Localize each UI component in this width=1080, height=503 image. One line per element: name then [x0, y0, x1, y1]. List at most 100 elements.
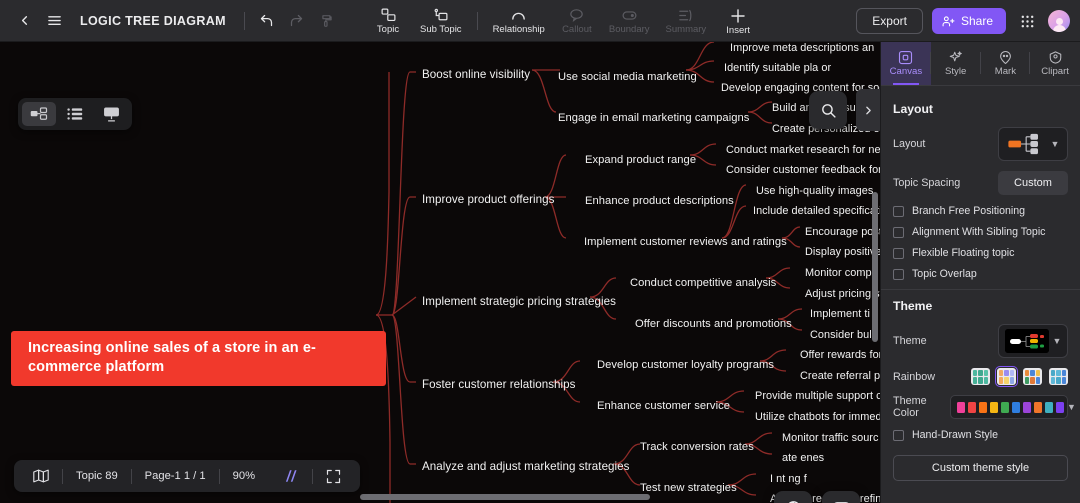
theme-color-swatch-0[interactable]	[957, 401, 965, 413]
topic-node[interactable]: Use social media marketing	[558, 70, 697, 84]
topic-node[interactable]: Improve meta descriptions an	[730, 42, 874, 55]
theme-color-swatch-6[interactable]	[1023, 401, 1031, 413]
mindmap-view-button[interactable]	[22, 102, 56, 126]
page-indicator[interactable]: Page-1 1 / 1	[132, 464, 219, 488]
zoom-level[interactable]: 90%	[220, 464, 268, 488]
rainbow-swatch	[983, 377, 989, 384]
diagram-canvas[interactable]: Increasing online sales of a store in an…	[0, 42, 880, 503]
tool-callout[interactable]: Callout	[554, 1, 600, 41]
topic-node[interactable]: Consider bull	[810, 328, 874, 342]
theme-color-swatch-4[interactable]	[1001, 401, 1009, 413]
topic-node[interactable]: Implement strategic pricing strategies	[422, 295, 616, 309]
map-overview-button[interactable]	[20, 464, 62, 488]
tool-boundary[interactable]: Boundary	[602, 1, 657, 41]
layout-checkbox-1[interactable]: Alignment With Sibling Topic	[893, 226, 1068, 238]
theme-color-swatch-1[interactable]	[968, 401, 976, 413]
topic-node[interactable]: Analyze and adjust marketing strategies	[422, 460, 630, 474]
hamburger-menu-button[interactable]	[40, 7, 68, 35]
apps-grid-button[interactable]	[1015, 9, 1039, 33]
vertical-scroll-thumb[interactable]	[872, 192, 878, 342]
topic-node[interactable]: Conduct competitive analysis	[630, 276, 776, 290]
tool-relationship[interactable]: Relationship	[486, 1, 552, 41]
topic-node[interactable]: Develop customer loyalty programs	[597, 358, 774, 372]
topic-node[interactable]: Boost online visibility	[422, 68, 530, 82]
tool-summary[interactable]: Summary	[659, 1, 714, 41]
topic-node[interactable]: Track conversion rates	[640, 440, 754, 454]
topic-node[interactable]: Use high-quality images	[756, 184, 873, 198]
topic-node[interactable]: Monitor traffic sourc	[782, 431, 878, 445]
back-button[interactable]	[10, 7, 38, 35]
topic-node[interactable]: Encourage post	[805, 225, 880, 239]
tool-insert[interactable]: Insert	[715, 1, 761, 41]
root-topic-node[interactable]: Increasing online sales of a store in an…	[11, 331, 386, 386]
layout-checkbox-0[interactable]: Branch Free Positioning	[893, 205, 1068, 217]
topic-node[interactable]: Identify suitable pla or	[724, 61, 831, 75]
topic-node[interactable]: Enhance product descriptions	[585, 194, 734, 208]
hand-drawn-style-checkbox[interactable]: Hand-Drawn Style	[893, 429, 1068, 441]
topic-node[interactable]: Offer rewards for	[800, 348, 880, 362]
undo-button[interactable]	[253, 7, 281, 35]
topic-node[interactable]: Consider customer feedback for p	[726, 163, 880, 177]
tool-topic[interactable]: Topic	[365, 1, 411, 41]
share-button[interactable]: Share	[931, 8, 1006, 34]
layout-checkbox-2[interactable]: Flexible Floating topic	[893, 247, 1068, 259]
presentation-view-button[interactable]	[94, 102, 128, 126]
theme-color-swatch-2[interactable]	[979, 401, 987, 413]
theme-color-swatch-9[interactable]	[1056, 401, 1064, 413]
mouse-mode-button[interactable]	[774, 491, 812, 503]
topic-node[interactable]: ate enes	[782, 451, 824, 465]
topic-node[interactable]: Expand product range	[585, 153, 696, 167]
export-button[interactable]: Export	[856, 8, 923, 34]
vertical-scrollbar[interactable]	[872, 92, 878, 492]
collapse-panel-button[interactable]	[856, 89, 880, 131]
layout-checkbox-3[interactable]: Topic Overlap	[893, 268, 1068, 280]
topic-node[interactable]: Provide multiple support ch	[755, 389, 880, 403]
user-avatar[interactable]	[1048, 10, 1070, 32]
custom-theme-style-button[interactable]: Custom theme style	[893, 455, 1068, 481]
topic-node[interactable]: Foster customer relationships	[422, 378, 576, 392]
topic-node[interactable]: Conduct market research for new	[726, 143, 880, 157]
topic-count[interactable]: Topic 89	[63, 464, 131, 488]
outline-view-button[interactable]	[58, 102, 92, 126]
horizontal-scrollbar[interactable]	[24, 494, 864, 500]
redo-button[interactable]	[283, 7, 311, 35]
tab-canvas[interactable]: Canvas	[881, 42, 931, 85]
topic-node[interactable]: Implement customer reviews and ratings	[584, 235, 787, 249]
topic-node[interactable]: Utilize chatbots for immedia	[755, 410, 880, 424]
document-title[interactable]: LOGIC TREE DIAGRAM	[80, 14, 226, 28]
tab-clipart[interactable]: Clipart	[1030, 42, 1080, 85]
rainbow-option-1[interactable]	[994, 365, 1019, 388]
format-painter-button[interactable]	[313, 7, 341, 35]
topic-node[interactable]: Improve product offerings	[422, 193, 555, 207]
ai-assistant-button[interactable]	[268, 464, 312, 488]
search-button[interactable]	[809, 91, 847, 129]
topic-node[interactable]: Create referral pro	[800, 369, 880, 383]
rainbow-option-0[interactable]	[971, 368, 990, 385]
theme-color-swatch-3[interactable]	[990, 401, 998, 413]
topic-node[interactable]: Enhance customer service	[597, 399, 730, 413]
topic-node[interactable]: Monitor compe	[805, 266, 878, 280]
topic-node[interactable]: Test new strategies	[640, 481, 737, 495]
fn-key-button[interactable]: fn	[822, 491, 860, 503]
tab-style[interactable]: Style	[931, 42, 981, 85]
topic-node[interactable]: Engage in email marketing campaigns	[558, 111, 749, 125]
layout-selector[interactable]: ▼	[998, 127, 1068, 161]
rainbow-option-3[interactable]	[1049, 368, 1068, 385]
rainbow-option-2[interactable]	[1023, 368, 1042, 385]
topic-node[interactable]: Display positive	[805, 245, 880, 259]
theme-color-swatch-8[interactable]	[1045, 401, 1053, 413]
horizontal-scroll-thumb[interactable]	[360, 494, 650, 500]
theme-selector[interactable]: ▼	[998, 324, 1068, 358]
fullscreen-button[interactable]	[313, 464, 354, 488]
tool-sub-topic[interactable]: Sub Topic	[413, 1, 469, 41]
topic-node[interactable]: I nt ng f	[770, 472, 807, 486]
topic-node[interactable]: Include detailed specificati	[753, 204, 880, 218]
tab-mark[interactable]: Mark	[981, 42, 1031, 85]
theme-color-selector[interactable]: ▼	[950, 395, 1076, 419]
topic-spacing-custom-button[interactable]: Custom	[998, 171, 1068, 195]
topic-node[interactable]: Adjust pricing st	[805, 287, 880, 301]
theme-color-swatch-7[interactable]	[1034, 401, 1042, 413]
topic-node[interactable]: Offer discounts and promotions	[635, 317, 792, 331]
topic-node[interactable]: Implement ti	[810, 307, 870, 321]
theme-color-swatch-5[interactable]	[1012, 401, 1020, 413]
